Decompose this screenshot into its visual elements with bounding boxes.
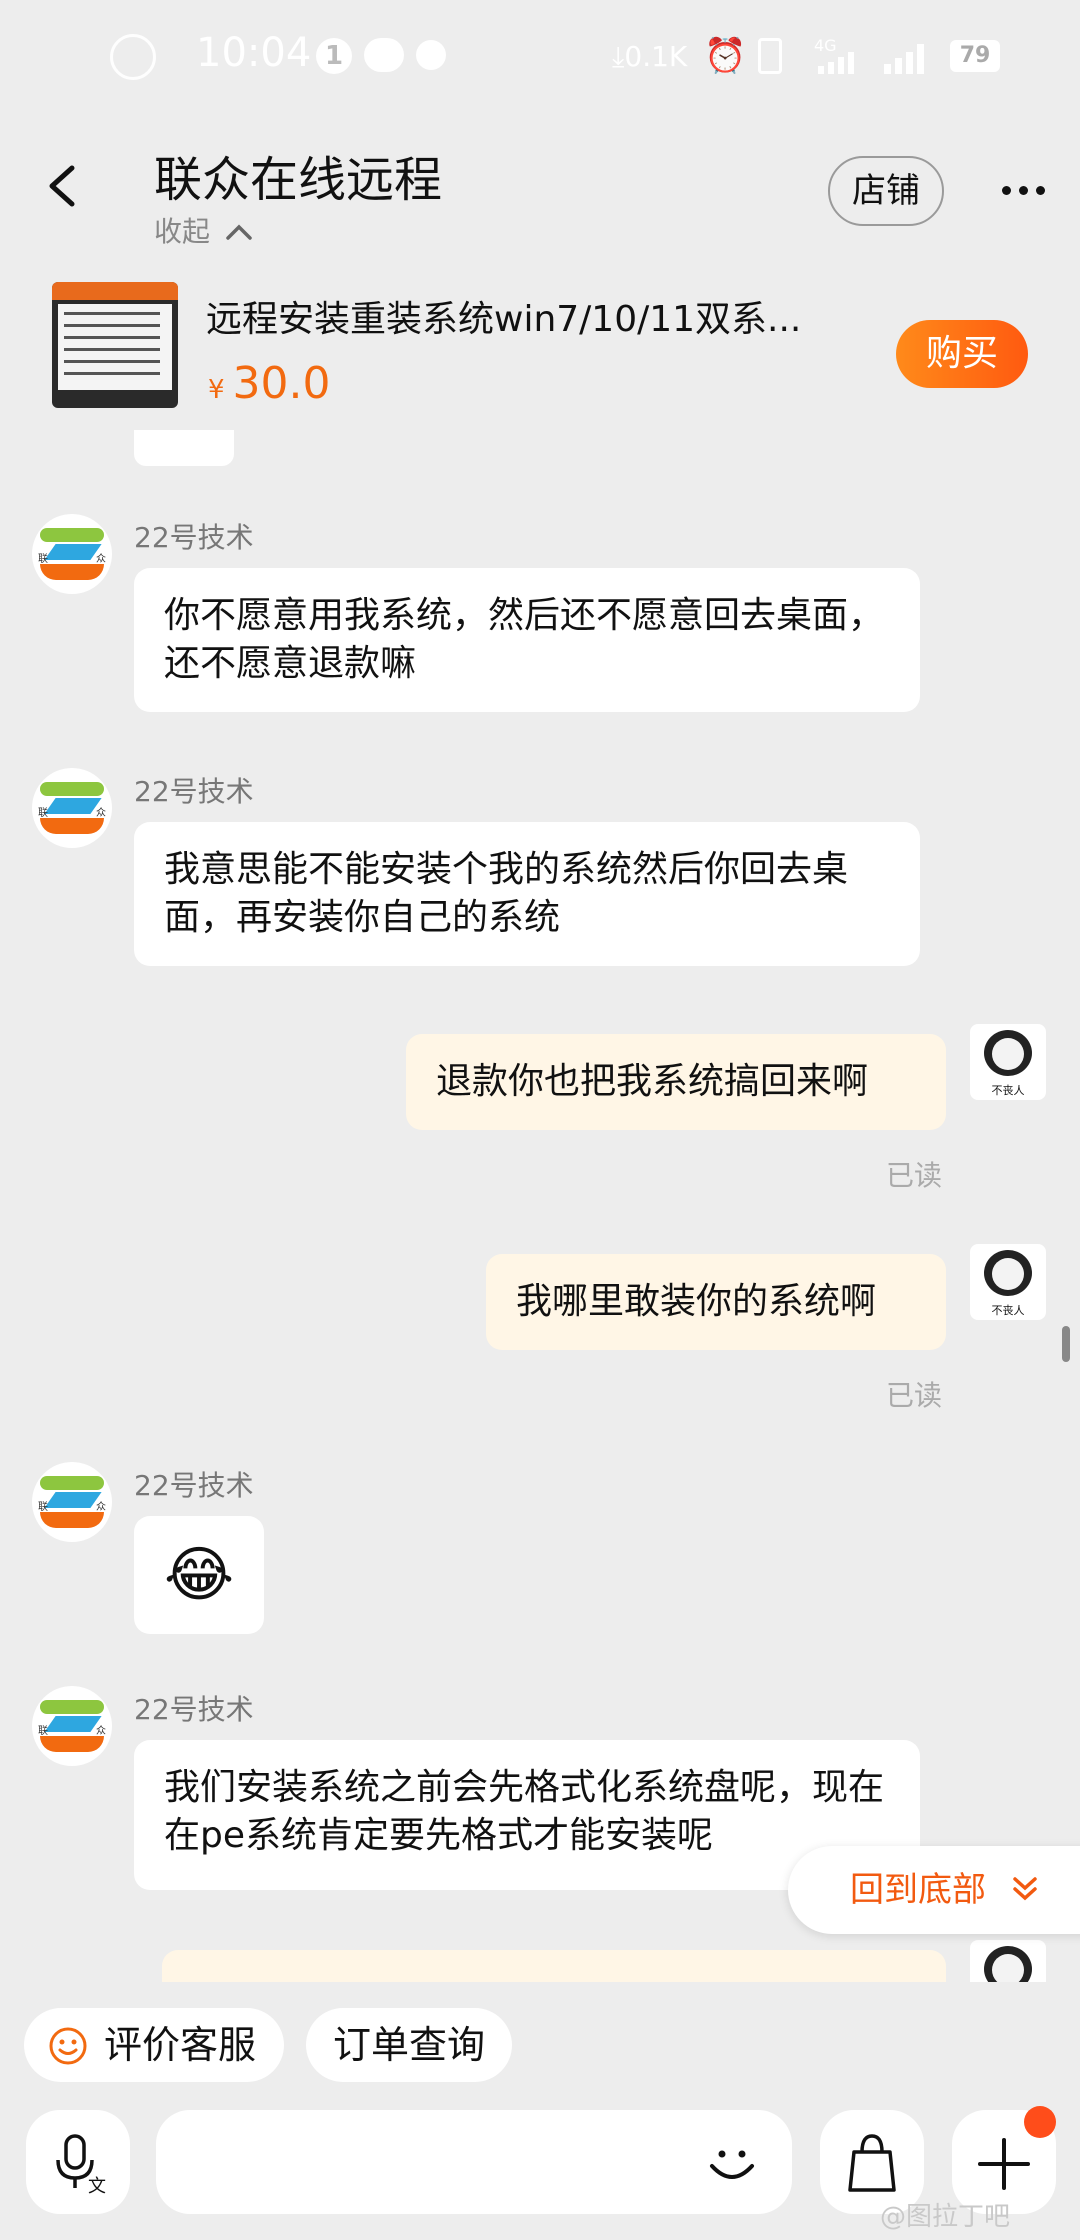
message-notification-icon xyxy=(364,38,404,72)
read-status: 已读 xyxy=(886,1379,943,1412)
emoji-button[interactable] xyxy=(700,2132,764,2196)
back-button[interactable] xyxy=(44,164,84,207)
product-title[interactable]: 远程安装重装系统win7/10/11双系... xyxy=(206,290,836,342)
product-thumbnail[interactable] xyxy=(52,282,178,408)
order-query-chip[interactable]: 订单查询 xyxy=(306,2008,512,2082)
agent-avatar[interactable]: 联众 xyxy=(32,1686,112,1766)
back-to-bottom-button[interactable]: 回到底部 xyxy=(788,1846,1080,1934)
product-price: ¥30.0 xyxy=(208,358,331,409)
my-message-bubble[interactable]: 退款你也把我系统搞回来啊 xyxy=(406,1034,946,1130)
new-badge-dot xyxy=(1024,2106,1056,2138)
message-bubble[interactable]: 我意思能不能安装个我的系统然后你回去桌面，再安装你自己的系统 xyxy=(134,822,920,966)
chevron-left-icon xyxy=(49,165,75,207)
more-options-icon[interactable] xyxy=(1002,186,1046,196)
buy-button[interactable]: 购买 xyxy=(896,320,1028,388)
chevron-up-icon xyxy=(226,224,252,240)
signal-icon-2 xyxy=(884,44,934,74)
emoji-message-bubble[interactable]: 😂 xyxy=(134,1516,264,1634)
agent-avatar[interactable]: 联众 xyxy=(32,768,112,848)
my-message-bubble-partial[interactable] xyxy=(162,1950,946,1982)
my-avatar[interactable]: 不丧人 xyxy=(970,1244,1046,1320)
account-notification-icon xyxy=(416,40,446,70)
net-speed: ⤓0.1K xyxy=(612,40,688,73)
my-avatar[interactable]: 不丧人 xyxy=(970,1024,1046,1100)
agent-avatar[interactable]: 联众 xyxy=(32,514,112,594)
battery-level: 79 xyxy=(950,40,1000,72)
message-bubble[interactable]: 你不愿意用我系统，然后还不愿意回去桌面，还不愿意退款嘛 xyxy=(134,568,920,712)
scroll-indicator[interactable] xyxy=(1062,1326,1070,1362)
message-sender: 22号技术 xyxy=(134,521,254,554)
my-avatar[interactable] xyxy=(970,1940,1046,1982)
status-bar: 10:04 1 ⤓0.1K ⏰ 4G 79 xyxy=(0,0,1080,120)
svg-text:文: 文 xyxy=(88,2176,106,2197)
alarm-icon: ⏰ xyxy=(704,36,747,76)
emoji-face-icon xyxy=(710,2150,754,2179)
message-input[interactable] xyxy=(156,2110,792,2214)
page-title: 联众在线远程 xyxy=(154,152,443,208)
my-message-bubble[interactable]: 我哪里敢装你的系统啊 xyxy=(486,1254,946,1350)
double-chevron-down-icon xyxy=(1013,1877,1037,1901)
collapse-toggle[interactable]: 收起 xyxy=(154,210,253,250)
voice-input-button[interactable]: 文 xyxy=(26,2110,130,2214)
shop-button[interactable]: 店铺 xyxy=(828,156,944,226)
vibrate-icon xyxy=(758,38,782,74)
watermark: @图拉丁吧 xyxy=(880,2202,1011,2232)
read-status: 已读 xyxy=(886,1159,943,1192)
agent-avatar[interactable]: 联众 xyxy=(32,1462,112,1542)
signal-icon-1 xyxy=(818,52,862,74)
message-sender: 22号技术 xyxy=(134,1693,254,1726)
download-arrow-icon: ⤓ xyxy=(612,40,625,73)
message-sender: 22号技术 xyxy=(134,1469,254,1502)
smile-icon xyxy=(49,2027,87,2065)
status-time: 10:04 xyxy=(196,30,312,76)
previous-message-stub xyxy=(134,430,234,466)
assistant-ring-icon xyxy=(110,34,156,80)
message-sender: 22号技术 xyxy=(134,775,254,808)
chat-message-list[interactable]: 联众 22号技术 你不愿意用我系统，然后还不愿意回去桌面，还不愿意退款嘛 联众 … xyxy=(0,430,1080,1982)
evaluate-service-chip[interactable]: 评价客服 xyxy=(24,2008,284,2082)
notification-count-badge: 1 xyxy=(316,38,352,74)
microphone-icon: 文 xyxy=(56,2134,106,2197)
